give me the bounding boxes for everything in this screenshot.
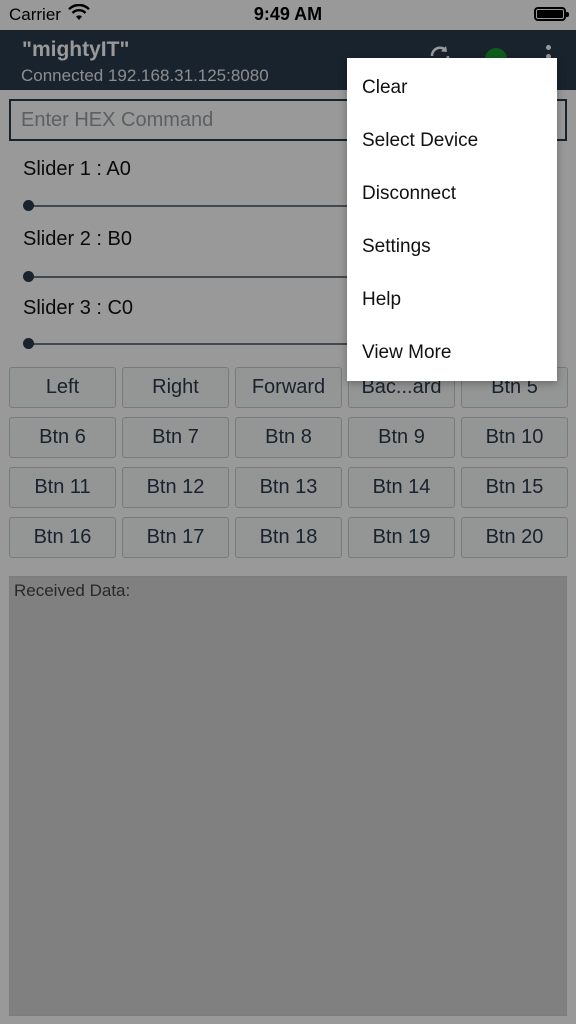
menu-item-help[interactable]: Help xyxy=(347,273,557,326)
menu-item-view-more[interactable]: View More xyxy=(347,326,557,379)
menu-item-clear[interactable]: Clear xyxy=(347,61,557,114)
options-menu: Clear Select Device Disconnect Settings … xyxy=(347,58,557,381)
menu-item-settings[interactable]: Settings xyxy=(347,220,557,273)
menu-item-disconnect[interactable]: Disconnect xyxy=(347,167,557,220)
menu-item-select-device[interactable]: Select Device xyxy=(347,114,557,167)
